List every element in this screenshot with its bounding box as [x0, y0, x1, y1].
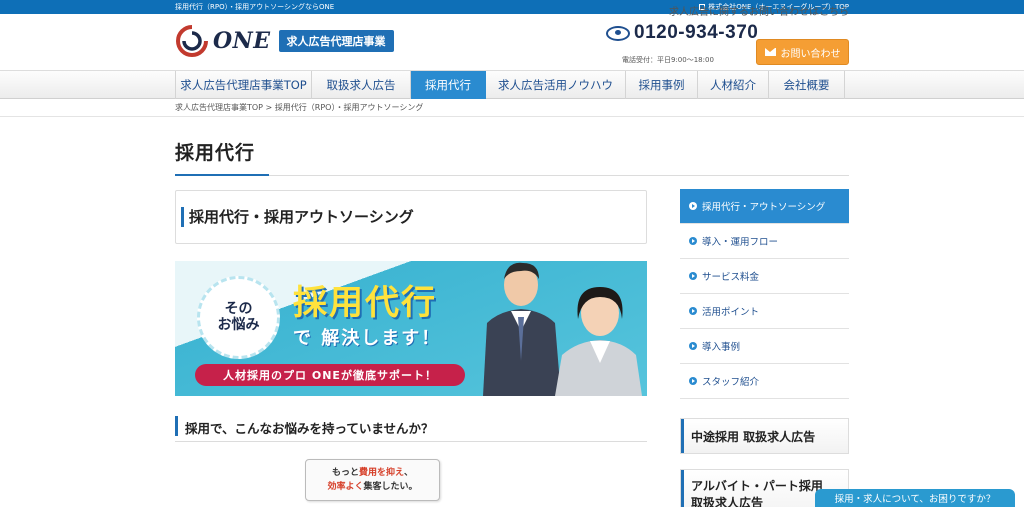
title-accent [175, 174, 269, 176]
contact-button[interactable]: お問い合わせ [756, 39, 849, 65]
banner-tag: 人材採用のプロ ONEが徹底サポート！ [195, 364, 465, 386]
arrow-circle-icon [689, 272, 697, 280]
chat-widget-button[interactable]: 採用・求人について、お困りですか？ [815, 489, 1015, 507]
question-heading-text: 採用で、こんなお悩みを持っていませんか？ [185, 421, 434, 436]
global-nav: 求人広告代理店事業TOP 取扱求人広告 採用代行 求人広告活用ノウハウ 採用事例… [0, 70, 1024, 99]
worry-card: もっと費用を抑え、 効率よく集客したい。 [305, 459, 440, 501]
phone-number: 0120-934-370 [634, 22, 759, 43]
nav-item-knowhow[interactable]: 求人広告活用ノウハウ [486, 71, 626, 99]
worry-highlight: 費用を抑え [358, 468, 404, 478]
banner-bubble: その お悩み [197, 276, 280, 359]
sidebar-item-flow[interactable]: 導入・運用フロー [680, 224, 849, 259]
worry-text: 、 [404, 468, 414, 478]
contact-note: 求人広告に関するお問い合わせはこちら [669, 7, 849, 18]
nav-item-rpo[interactable]: 採用代行 [411, 71, 486, 99]
sidebar-menu: 採用代行・アウトソーシング 導入・運用フロー サービス料金 活用ポイント 導入事… [680, 189, 849, 399]
top-bar: 採用代行（RPO）・採用アウトソーシングならONE 株式会社ONE（オーエヌイー… [0, 0, 1024, 14]
worry-text: 集客したい。 [363, 481, 418, 492]
businesswoman-image [555, 287, 642, 396]
divider [0, 116, 1024, 117]
bubble-line-2: お悩み [217, 316, 260, 333]
arrow-circle-icon [689, 202, 697, 210]
logo-text: ONE [213, 28, 271, 54]
section-heading-box: 採用代行・採用アウトソーシング [175, 190, 647, 244]
sidebar-item-label: スタッフ紹介 [702, 377, 760, 388]
logo-badge: 求人広告代理店事業 [278, 30, 394, 52]
nav-item-recruitment[interactable]: 人材紹介 [698, 71, 769, 99]
hero-banner: その お悩み 採用代行 で 解決します！ 人材採用のプロ ONEが徹底サポート！ [175, 261, 647, 396]
contact-button-label: お問い合わせ [780, 48, 841, 60]
sidebar-item-rpo[interactable]: 採用代行・アウトソーシング [680, 189, 849, 224]
phone-hours: 電話受付：平日9:00〜18:00 [622, 56, 714, 64]
worry-text: もっと [331, 468, 359, 478]
section-heading: 採用代行・採用アウトソーシング [189, 208, 414, 226]
nav-item-cases[interactable]: 採用事例 [626, 71, 698, 99]
arrow-circle-icon [689, 342, 697, 350]
sidebar-item-label: 導入・運用フロー [702, 237, 779, 248]
sidebar-box-midcareer[interactable]: 中途採用 取扱求人広告 [680, 418, 849, 454]
nav-item-top[interactable]: 求人広告代理店事業TOP [175, 71, 312, 99]
arrow-circle-icon [689, 307, 697, 315]
worry-highlight: 効率よく [327, 481, 364, 492]
arrow-circle-icon [689, 377, 697, 385]
sidebar-item-pricing[interactable]: サービス料金 [680, 259, 849, 294]
arrow-circle-icon [689, 237, 697, 245]
sidebar-item-label: 導入事例 [702, 342, 741, 353]
sidebar-item-label: サービス料金 [702, 272, 760, 283]
sidebar-item-label: 活用ポイント [702, 307, 760, 318]
sidebar-item-staff[interactable]: スタッフ紹介 [680, 364, 849, 399]
bubble-line-1: その [224, 301, 253, 318]
page-title: 採用代行 [175, 142, 256, 164]
nav-item-company[interactable]: 会社概要 [769, 71, 845, 99]
sidebar-item-cases[interactable]: 導入事例 [680, 329, 849, 364]
banner-headline: 採用代行 [293, 283, 437, 323]
free-dial-icon [606, 25, 630, 41]
sidebar-item-points[interactable]: 活用ポイント [680, 294, 849, 329]
mail-icon [764, 48, 776, 56]
logo-mark-icon [176, 25, 208, 57]
site-tagline: 採用代行（RPO）・採用アウトソーシングならONE [175, 3, 335, 11]
banner-subline: で 解決します！ [293, 328, 442, 349]
breadcrumb[interactable]: 求人広告代理店事業TOP > 採用代行（RPO）・採用アウトソーシング [175, 102, 423, 113]
logo[interactable]: ONE 求人広告代理店事業 [175, 24, 394, 58]
divider [175, 175, 849, 176]
question-heading: 採用で、こんなお悩みを持っていませんか？ [175, 414, 647, 442]
site-header: ONE 求人広告代理店事業 [0, 14, 1024, 70]
nav-item-job-ads[interactable]: 取扱求人広告 [312, 71, 411, 99]
phone-contact[interactable]: 0120-934-370 [606, 22, 758, 44]
sidebar-item-label: 採用代行・アウトソーシング [702, 202, 826, 213]
